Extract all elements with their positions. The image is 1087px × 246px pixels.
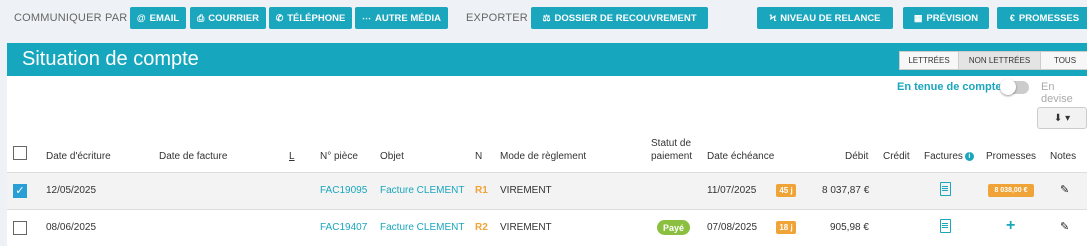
devise-label: En devise	[1041, 81, 1073, 105]
printer-icon: ⎙	[197, 12, 205, 23]
download-icon: ⬇ ▾	[1053, 112, 1071, 124]
days-badge: 45 j	[776, 184, 796, 197]
table-row[interactable]: ✓ 12/05/2025 FAC19095 Facture CLEMENT R1…	[7, 173, 1087, 209]
calendar-icon: ▦	[913, 12, 923, 23]
invoice-file-icon[interactable]	[940, 182, 951, 196]
prevision-button[interactable]: ▦ PRÉVISION	[903, 7, 989, 29]
col-objet[interactable]: Objet	[380, 151, 404, 162]
niveau-relance-button[interactable]: ϟ NIVEAU DE RELANCE	[757, 7, 893, 29]
toggle-knob	[1000, 79, 1016, 95]
dossier-recouvrement-button[interactable]: ⚖ DOSSIER DE RECOUVREMENT	[531, 7, 708, 29]
col-statut-line1[interactable]: Statut de	[651, 138, 691, 149]
col-n[interactable]: N	[475, 151, 482, 162]
col-factures[interactable]: Factures i	[924, 151, 974, 162]
row-echeance: 07/08/2025	[707, 222, 758, 233]
panel-header: Situation de compte LETTRÉES NON LETTRÉE…	[7, 43, 1087, 76]
courrier-button[interactable]: ⎙ COURRIER	[190, 7, 266, 29]
row-checkbox[interactable]: ✓	[13, 184, 27, 198]
at-icon: @	[136, 13, 146, 23]
autre-media-button[interactable]: ⋯ AUTRE MÉDIA	[355, 7, 448, 29]
edit-note-icon[interactable]: ✎	[1060, 183, 1069, 196]
situation-panel: Situation de compte LETTRÉES NON LETTRÉE…	[7, 43, 1087, 246]
row-echeance: 11/07/2025	[707, 185, 757, 196]
row-piece-link[interactable]: FAC19095	[320, 185, 367, 196]
promesse-badge[interactable]: 8 038,00 €	[988, 184, 1034, 197]
row-debit: 8 037,87 €	[822, 185, 870, 196]
email-button[interactable]: @ EMAIL	[130, 7, 186, 29]
exporter-label: EXPORTER	[466, 12, 528, 24]
row-objet-link[interactable]: Facture CLEMENT	[380, 185, 464, 196]
ellipsis-icon: ⋯	[362, 12, 371, 23]
row-relance-level: R2	[475, 222, 488, 233]
row-mode: VIREMENT	[500, 222, 552, 233]
bolt-icon: ϟ	[769, 13, 777, 23]
phone-icon: ✆	[275, 12, 284, 23]
col-notes[interactable]: Notes	[1050, 151, 1076, 162]
filter-tous[interactable]: TOUS	[1040, 51, 1087, 70]
top-toolbar: COMMUNIQUER PAR @ EMAIL ⎙ COURRIER ✆ TÉLÉPH…	[0, 0, 1087, 36]
telephone-button[interactable]: ✆ TÉLÉPHONE	[269, 7, 352, 29]
col-credit[interactable]: Crédit	[883, 151, 910, 162]
row-piece-link[interactable]: FAC19407	[320, 222, 367, 233]
col-date-facture[interactable]: Date de facture	[159, 151, 227, 162]
devise-toggle[interactable]	[1000, 79, 1029, 95]
euro-icon: €	[1009, 13, 1015, 23]
row-date-ecriture: 08/06/2025	[46, 222, 97, 233]
col-debit[interactable]: Débit	[845, 151, 868, 162]
row-date-ecriture: 12/05/2025	[46, 185, 97, 196]
row-objet-link[interactable]: Facture CLEMENT	[380, 222, 464, 233]
communiquer-label: COMMUNIQUER PAR	[14, 12, 128, 24]
row-relance-level: R1	[475, 185, 488, 196]
col-statut-line2[interactable]: paiement	[651, 151, 692, 162]
select-all-checkbox[interactable]	[13, 146, 27, 160]
row-debit: 905,98 €	[830, 222, 869, 233]
row-checkbox[interactable]	[13, 221, 27, 235]
edit-note-icon[interactable]: ✎	[1060, 220, 1069, 233]
col-mode[interactable]: Mode de règlement	[500, 151, 586, 162]
col-echeance[interactable]: Date échéance	[707, 151, 774, 162]
add-promesse-icon[interactable]: +	[1006, 217, 1015, 235]
info-icon[interactable]: i	[964, 151, 974, 161]
promesses-button[interactable]: € PROMESSES	[997, 7, 1087, 29]
row-mode: VIREMENT	[500, 185, 552, 196]
col-piece[interactable]: N° pièce	[320, 151, 358, 162]
filter-non-lettrees[interactable]: NON LETTRÉES	[958, 51, 1041, 70]
invoice-file-icon[interactable]	[940, 219, 951, 233]
scale-icon: ⚖	[542, 12, 551, 23]
col-promesses[interactable]: Promesses	[986, 151, 1036, 162]
page-title: Situation de compte	[22, 48, 199, 70]
col-date-ecriture[interactable]: Date d'écriture	[46, 151, 111, 162]
days-badge: 18 j	[776, 221, 796, 234]
download-button[interactable]: ⬇ ▾	[1037, 107, 1087, 129]
col-lettrage[interactable]: L	[289, 151, 295, 162]
filter-lettrees[interactable]: LETTRÉES	[899, 51, 959, 70]
statut-paye-badge: Payé	[657, 220, 690, 235]
tenue-compte-label: En tenue de compte	[897, 81, 1002, 93]
